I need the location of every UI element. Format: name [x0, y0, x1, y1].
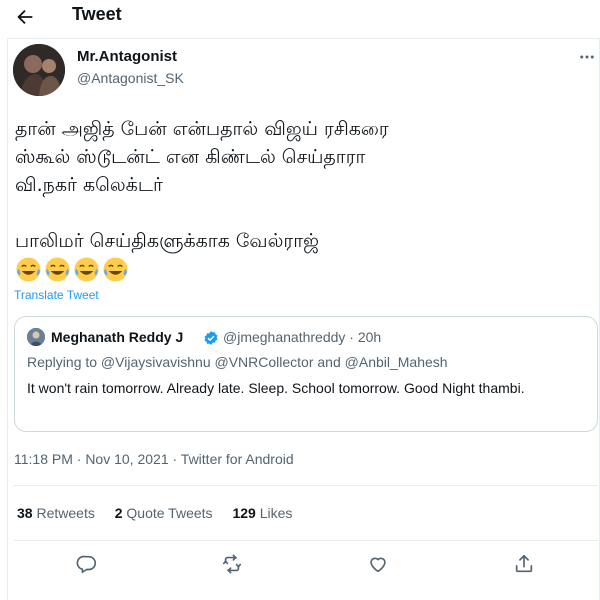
author-handle[interactable]: @Antagonist_SK	[77, 70, 184, 86]
laughing-tears-emoji-icon	[103, 257, 128, 282]
heart-icon[interactable]	[367, 553, 391, 577]
header-bar: Tweet	[0, 0, 600, 38]
tweet-line: வி.நகர் கலெக்டர்	[15, 174, 163, 196]
tweet-line: தான் அஜித் பேன் என்பதால் விஜய் ரசிகரை	[15, 118, 389, 140]
quoted-author-name[interactable]: Meghanath Reddy J	[51, 329, 183, 345]
back-arrow-icon[interactable]	[14, 6, 38, 30]
likes-label: Likes	[259, 505, 293, 521]
retweets-count: 38	[17, 505, 33, 521]
emoji-row	[15, 256, 129, 284]
laughing-tears-emoji-icon	[16, 257, 41, 282]
quoted-reply-context: Replying to @Vijaysivavishnu @VNRCollect…	[27, 354, 448, 370]
laughing-tears-emoji-icon	[45, 257, 70, 282]
tweet-line: பாலிமர் செய்திகளுக்காக வேல்ராஜ்	[15, 230, 319, 252]
retweets-label: Retweets	[36, 505, 95, 521]
verified-badge-icon	[204, 331, 218, 345]
tweet-text: தான் அஜித் பேன் என்பதால் விஜய் ரசிகரை ஸ்…	[15, 115, 590, 255]
translate-tweet-link[interactable]: Translate Tweet	[14, 288, 99, 302]
header-divider	[7, 38, 600, 39]
tweet-line: ஸ்கூல் ஸ்டூடன்ட் என கிண்டல் செய்தாரா	[15, 146, 366, 168]
likes-stat[interactable]: 129 Likes	[232, 505, 292, 521]
quoted-avatar[interactable]	[27, 328, 45, 346]
quoted-handle-time: @jmeghanathreddy · 20h	[223, 329, 382, 345]
quoted-tweet-card[interactable]: Meghanath Reddy J @jmeghanathreddy · 20h…	[14, 316, 598, 432]
tweet-timestamp[interactable]: 11:18 PM · Nov 10, 2021 · Twitter for An…	[14, 451, 294, 467]
left-border	[7, 38, 8, 600]
avatar[interactable]	[13, 44, 65, 96]
likes-count: 129	[232, 505, 256, 521]
retweets-stat[interactable]: 38 Retweets	[17, 505, 95, 521]
share-icon[interactable]	[513, 553, 537, 577]
quote-tweets-count: 2	[114, 505, 123, 521]
laughing-tears-emoji-icon	[74, 257, 99, 282]
retweet-icon[interactable]	[221, 553, 245, 577]
stats-divider	[14, 540, 598, 541]
engagement-stats: 38 Retweets 2 Quote Tweets 129 Likes	[17, 505, 308, 521]
quote-tweets-stat[interactable]: 2 Quote Tweets	[115, 505, 213, 521]
more-options-icon[interactable]	[578, 48, 596, 70]
reply-icon[interactable]	[76, 553, 100, 577]
meta-divider	[14, 485, 598, 486]
quote-tweets-label: Quote Tweets	[126, 505, 213, 521]
quoted-tweet-text: It won't rain tomorrow. Already late. Sl…	[27, 380, 525, 396]
author-name[interactable]: Mr.Antagonist	[77, 48, 177, 65]
page-title: Tweet	[72, 4, 122, 24]
